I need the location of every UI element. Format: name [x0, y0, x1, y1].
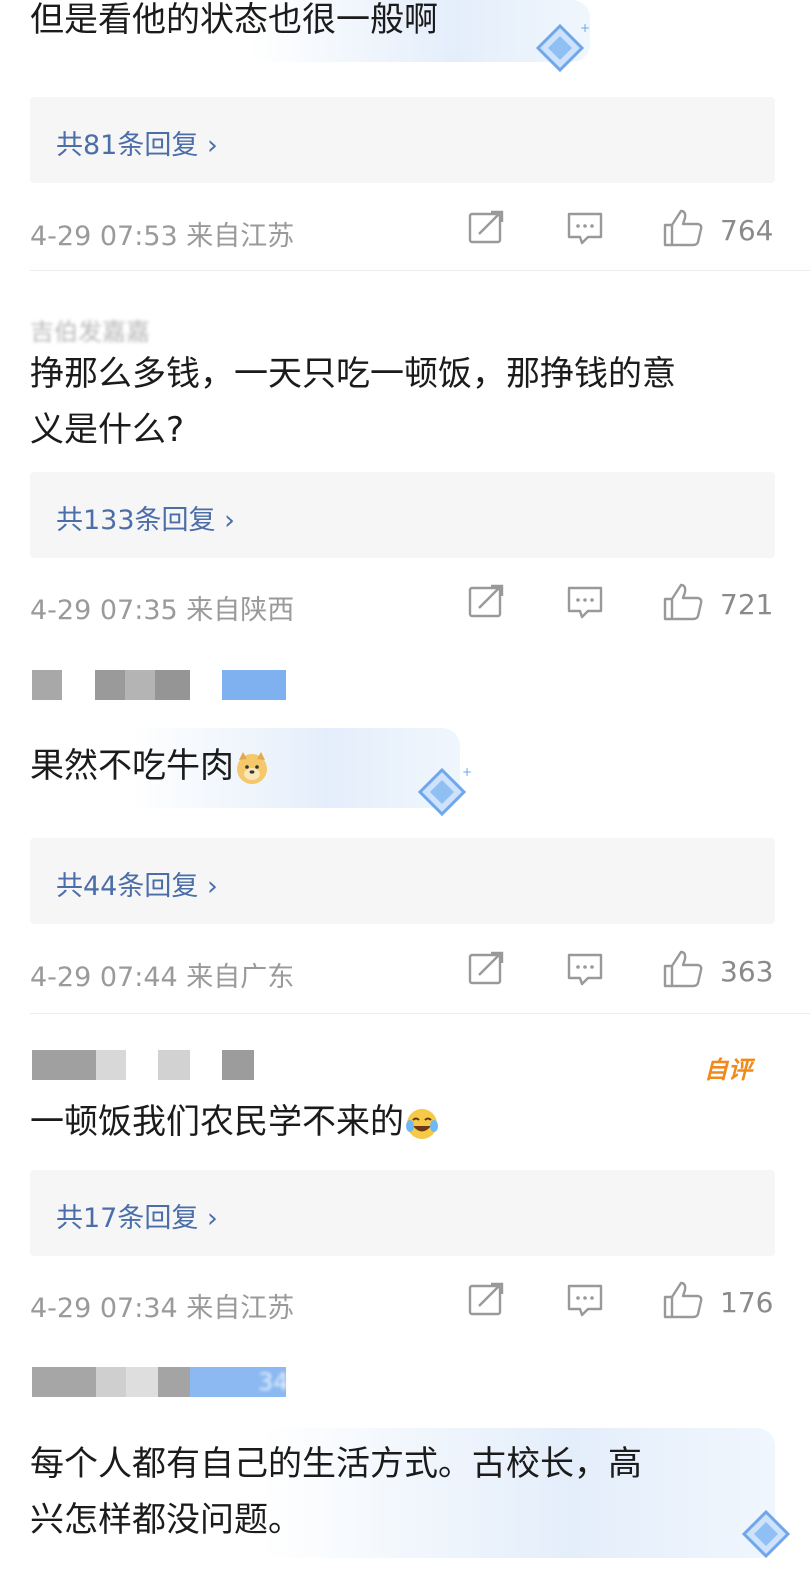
reply-count-link[interactable]: 共133条回复 ›: [56, 498, 235, 537]
laugh-cry-emoji: [406, 1108, 438, 1139]
timestamp-location: 4-29 07:35 来自陕西: [30, 595, 295, 626]
blur-segment: [96, 1367, 126, 1397]
like-count: 176: [720, 1286, 774, 1319]
comment-text: 一顿饭我们农民学不来的: [30, 1096, 770, 1148]
comment-text: 每个人都有自己的生活方式。古校长，高: [30, 1444, 642, 1484]
like-count: 363: [720, 955, 774, 988]
share-icon[interactable]: [467, 951, 505, 987]
divider: [30, 1013, 810, 1014]
reply-count-link[interactable]: 共81条回复 ›: [56, 123, 218, 162]
divider: [30, 270, 810, 271]
comment-text: 但是看他的状态也很一般啊: [30, 0, 438, 40]
timestamp-location: 4-29 07:34 来自江苏: [30, 1293, 295, 1324]
comment-meta-row: 4-29 07:34 来自江苏 176: [30, 1280, 780, 1324]
share-icon[interactable]: [467, 210, 505, 246]
username[interactable]: 吉伯发嘉嘉: [30, 312, 150, 347]
timestamp-location: 4-29 07:53 来自江苏: [30, 221, 295, 252]
comment-icon[interactable]: [566, 584, 604, 620]
comment-icon[interactable]: [566, 1282, 604, 1318]
like-icon[interactable]: [662, 1280, 704, 1320]
blur-segment: [158, 1050, 190, 1080]
username-suffix: 34: [258, 1368, 289, 1396]
reply-count-link[interactable]: 共17条回复 ›: [56, 1196, 218, 1235]
reply-box[interactable]: 共81条回复 ›: [30, 97, 775, 183]
reply-box[interactable]: 共17条回复 ›: [30, 1170, 775, 1256]
blur-segment: [32, 1050, 96, 1080]
share-icon[interactable]: [467, 584, 505, 620]
like-icon[interactable]: [662, 208, 704, 248]
like-icon[interactable]: [662, 949, 704, 989]
blur-segment: [222, 1050, 254, 1080]
comment-meta-row: 4-29 07:53 来自江苏 764: [30, 208, 780, 252]
comment-text: 义是什么?: [30, 410, 185, 450]
timestamp-location: 4-29 07:44 来自广东: [30, 962, 295, 993]
comment-icon[interactable]: [566, 951, 604, 987]
like-icon[interactable]: [662, 582, 704, 622]
share-icon[interactable]: [467, 1282, 505, 1318]
blur-segment: [125, 670, 155, 700]
blur-segment: [96, 1050, 126, 1080]
like-count: 764: [720, 214, 774, 247]
comment-text-body: 果然不吃牛肉: [30, 746, 234, 786]
blur-segment: [32, 670, 62, 700]
reply-count-link[interactable]: 共44条回复 ›: [56, 864, 218, 903]
blur-segment: [32, 1367, 96, 1397]
self-comment-badge: 自评: [704, 1056, 752, 1084]
comment-text: 果然不吃牛肉: [30, 740, 770, 792]
blur-segment: [95, 670, 125, 700]
comment-text: 兴怎样都没问题。: [30, 1500, 302, 1540]
blur-segment: [126, 1367, 158, 1397]
comment-meta-row: 4-29 07:35 来自陕西 721: [30, 582, 780, 626]
comment-meta-row: 4-29 07:44 来自广东 363: [30, 949, 780, 993]
comment-text: 挣那么多钱，一天只吃一顿饭，那挣钱的意: [30, 354, 676, 394]
comment-text-body: 一顿饭我们农民学不来的: [30, 1102, 404, 1142]
doge-emoji: [237, 751, 267, 784]
reply-box[interactable]: 共133条回复 ›: [30, 472, 775, 558]
blur-segment: [155, 670, 190, 700]
blur-segment: [158, 1367, 190, 1397]
comment-icon[interactable]: [566, 210, 604, 246]
like-count: 721: [720, 588, 774, 621]
blur-segment: [222, 670, 286, 700]
reply-box[interactable]: 共44条回复 ›: [30, 838, 775, 924]
